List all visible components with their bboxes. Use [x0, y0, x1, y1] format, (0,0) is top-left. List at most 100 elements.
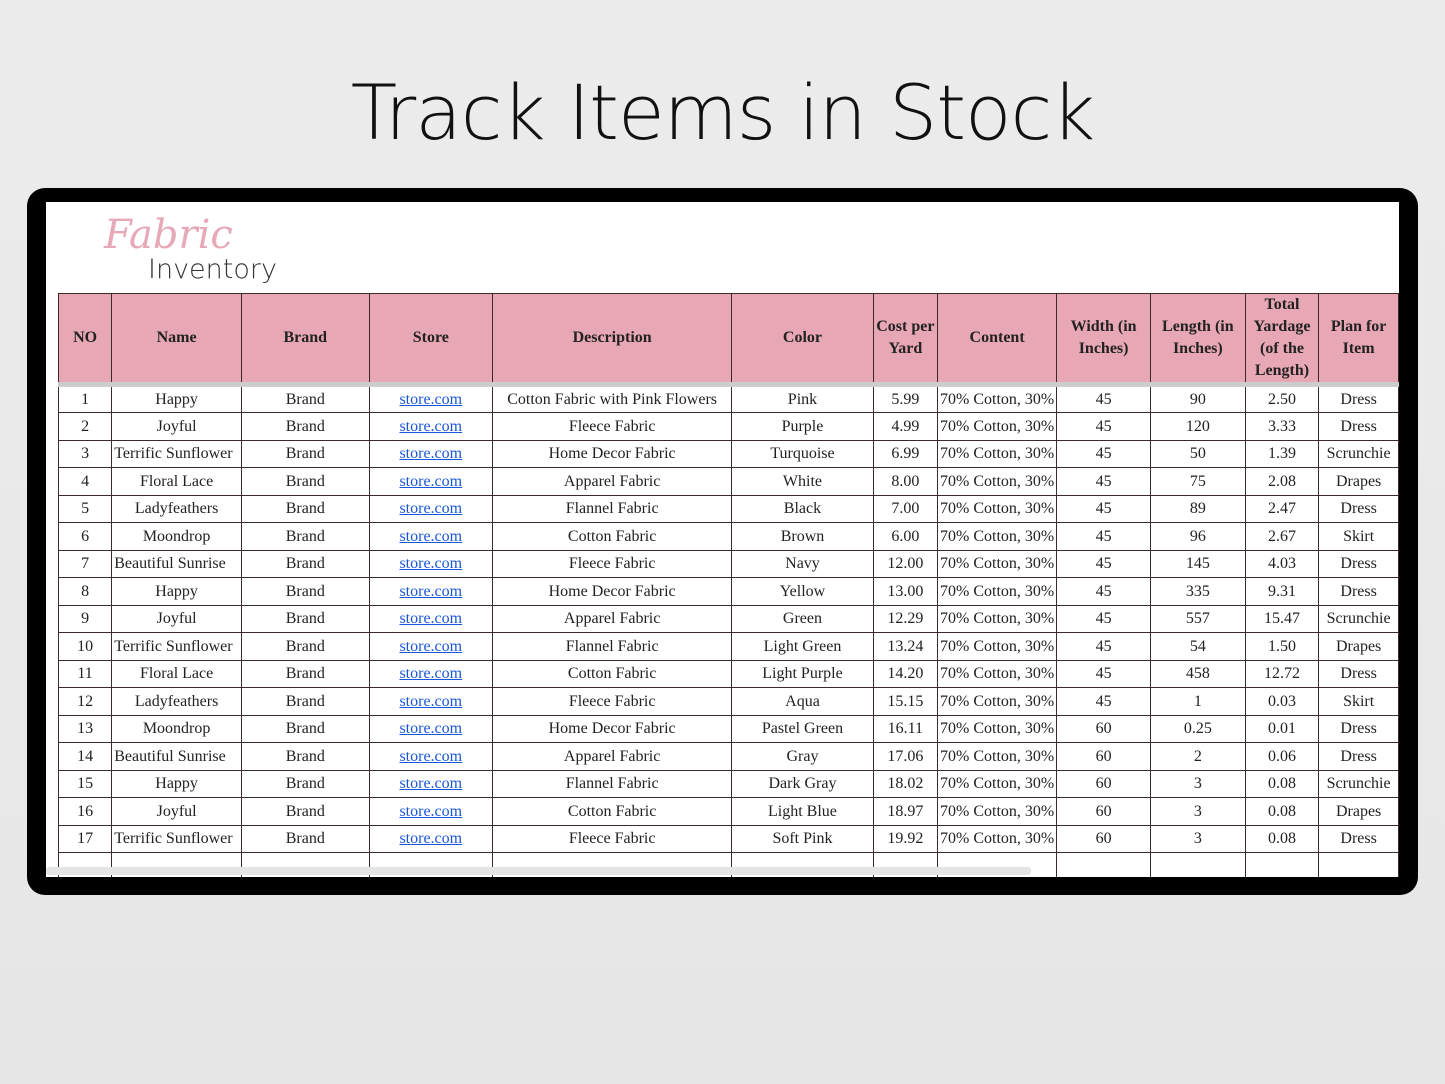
cell[interactable]: 60: [1056, 769, 1151, 798]
cell[interactable]: 14: [57, 742, 113, 771]
cell[interactable]: Fleece Fabric: [491, 687, 733, 716]
cell[interactable]: Dark Gray: [731, 769, 874, 798]
cell[interactable]: [1149, 852, 1246, 877]
cell[interactable]: 3: [1149, 797, 1246, 826]
store-link[interactable]: store.com: [399, 500, 462, 517]
cell[interactable]: Brand: [241, 632, 370, 661]
cell[interactable]: store.com: [368, 824, 493, 853]
cell[interactable]: 70% Cotton, 30%: [936, 439, 1058, 468]
column-header[interactable]: Total Yardage (of the Length): [1244, 293, 1320, 385]
cell[interactable]: Terrific Sunflower: [111, 632, 242, 661]
cell[interactable]: 18.02: [872, 769, 939, 798]
cell[interactable]: 4.99: [872, 412, 939, 441]
cell[interactable]: Brand: [241, 714, 370, 743]
cell[interactable]: 89: [1149, 494, 1246, 523]
cell[interactable]: White: [731, 467, 874, 496]
cell[interactable]: store.com: [368, 604, 493, 633]
cell[interactable]: 45: [1056, 412, 1151, 441]
cell[interactable]: Floral Lace: [111, 467, 242, 496]
cell[interactable]: Beautiful Sunrise: [111, 742, 242, 771]
cell[interactable]: [1318, 852, 1399, 877]
cell[interactable]: 3: [1149, 769, 1246, 798]
store-link[interactable]: store.com: [399, 748, 462, 765]
cell[interactable]: Flannel Fabric: [491, 632, 733, 661]
cell[interactable]: 2: [1149, 742, 1246, 771]
store-link[interactable]: store.com: [399, 445, 462, 462]
cell[interactable]: 60: [1056, 824, 1151, 853]
column-header[interactable]: Brand: [241, 293, 370, 385]
cell[interactable]: 5.99: [872, 382, 939, 413]
cell[interactable]: store.com: [368, 687, 493, 716]
column-header[interactable]: NO: [57, 293, 113, 385]
cell[interactable]: store.com: [368, 522, 493, 551]
cell[interactable]: Light Blue: [731, 797, 874, 826]
cell[interactable]: Dress: [1318, 549, 1399, 578]
cell[interactable]: 6.00: [872, 522, 939, 551]
cell[interactable]: 70% Cotton, 30%: [936, 824, 1058, 853]
cell[interactable]: Home Decor Fabric: [491, 577, 733, 606]
cell[interactable]: store.com: [368, 742, 493, 771]
cell[interactable]: Joyful: [111, 797, 242, 826]
cell[interactable]: Brand: [241, 797, 370, 826]
cell[interactable]: 2: [57, 412, 113, 441]
cell[interactable]: 1.50: [1244, 632, 1320, 661]
cell[interactable]: 60: [1056, 742, 1151, 771]
cell[interactable]: store.com: [368, 797, 493, 826]
cell[interactable]: 17.06: [872, 742, 939, 771]
cell[interactable]: 10: [57, 632, 113, 661]
store-link[interactable]: store.com: [399, 610, 462, 627]
cell[interactable]: 50: [1149, 439, 1246, 468]
cell[interactable]: 13.00: [872, 577, 939, 606]
cell[interactable]: 70% Cotton, 30%: [936, 632, 1058, 661]
cell[interactable]: 0.08: [1244, 769, 1320, 798]
cell[interactable]: 15.47: [1244, 604, 1320, 633]
cell[interactable]: Flannel Fabric: [491, 769, 733, 798]
cell[interactable]: 0.25: [1149, 714, 1246, 743]
column-header[interactable]: Length (in Inches): [1149, 293, 1246, 385]
cell[interactable]: Terrific Sunflower: [111, 824, 242, 853]
cell[interactable]: Green: [731, 604, 874, 633]
cell[interactable]: 2.47: [1244, 494, 1320, 523]
cell[interactable]: 45: [1056, 382, 1151, 413]
cell[interactable]: Moondrop: [111, 714, 242, 743]
store-link[interactable]: store.com: [399, 528, 462, 545]
cell[interactable]: store.com: [368, 494, 493, 523]
cell[interactable]: Turquoise: [731, 439, 874, 468]
cell[interactable]: Navy: [731, 549, 874, 578]
cell[interactable]: Skirt: [1318, 687, 1399, 716]
cell[interactable]: Apparel Fabric: [491, 604, 733, 633]
cell[interactable]: 70% Cotton, 30%: [936, 742, 1058, 771]
cell[interactable]: Aqua: [731, 687, 874, 716]
cell[interactable]: 70% Cotton, 30%: [936, 769, 1058, 798]
cell[interactable]: Drapes: [1318, 467, 1399, 496]
cell[interactable]: store.com: [368, 769, 493, 798]
cell[interactable]: Light Green: [731, 632, 874, 661]
cell[interactable]: 2.08: [1244, 467, 1320, 496]
cell[interactable]: Dress: [1318, 824, 1399, 853]
cell[interactable]: 8: [57, 577, 113, 606]
cell[interactable]: 6.99: [872, 439, 939, 468]
cell[interactable]: 70% Cotton, 30%: [936, 577, 1058, 606]
cell[interactable]: Brand: [241, 742, 370, 771]
cell[interactable]: Brand: [241, 412, 370, 441]
cell[interactable]: Dress: [1318, 412, 1399, 441]
cell[interactable]: store.com: [368, 549, 493, 578]
cell[interactable]: 3: [1149, 824, 1246, 853]
cell[interactable]: 70% Cotton, 30%: [936, 412, 1058, 441]
cell[interactable]: store.com: [368, 577, 493, 606]
column-header[interactable]: Description: [491, 293, 733, 385]
store-link[interactable]: store.com: [399, 391, 462, 408]
cell[interactable]: 11: [57, 659, 113, 688]
cell[interactable]: 2.50: [1244, 382, 1320, 413]
cell[interactable]: 70% Cotton, 30%: [936, 382, 1058, 413]
cell[interactable]: Apparel Fabric: [491, 742, 733, 771]
cell[interactable]: 1: [1149, 687, 1246, 716]
cell[interactable]: 70% Cotton, 30%: [936, 797, 1058, 826]
cell[interactable]: 4.03: [1244, 549, 1320, 578]
cell[interactable]: Brand: [241, 467, 370, 496]
cell[interactable]: Scrunchie: [1318, 604, 1399, 633]
cell[interactable]: Fleece Fabric: [491, 824, 733, 853]
cell[interactable]: store.com: [368, 659, 493, 688]
cell[interactable]: 19.92: [872, 824, 939, 853]
cell[interactable]: 70% Cotton, 30%: [936, 467, 1058, 496]
